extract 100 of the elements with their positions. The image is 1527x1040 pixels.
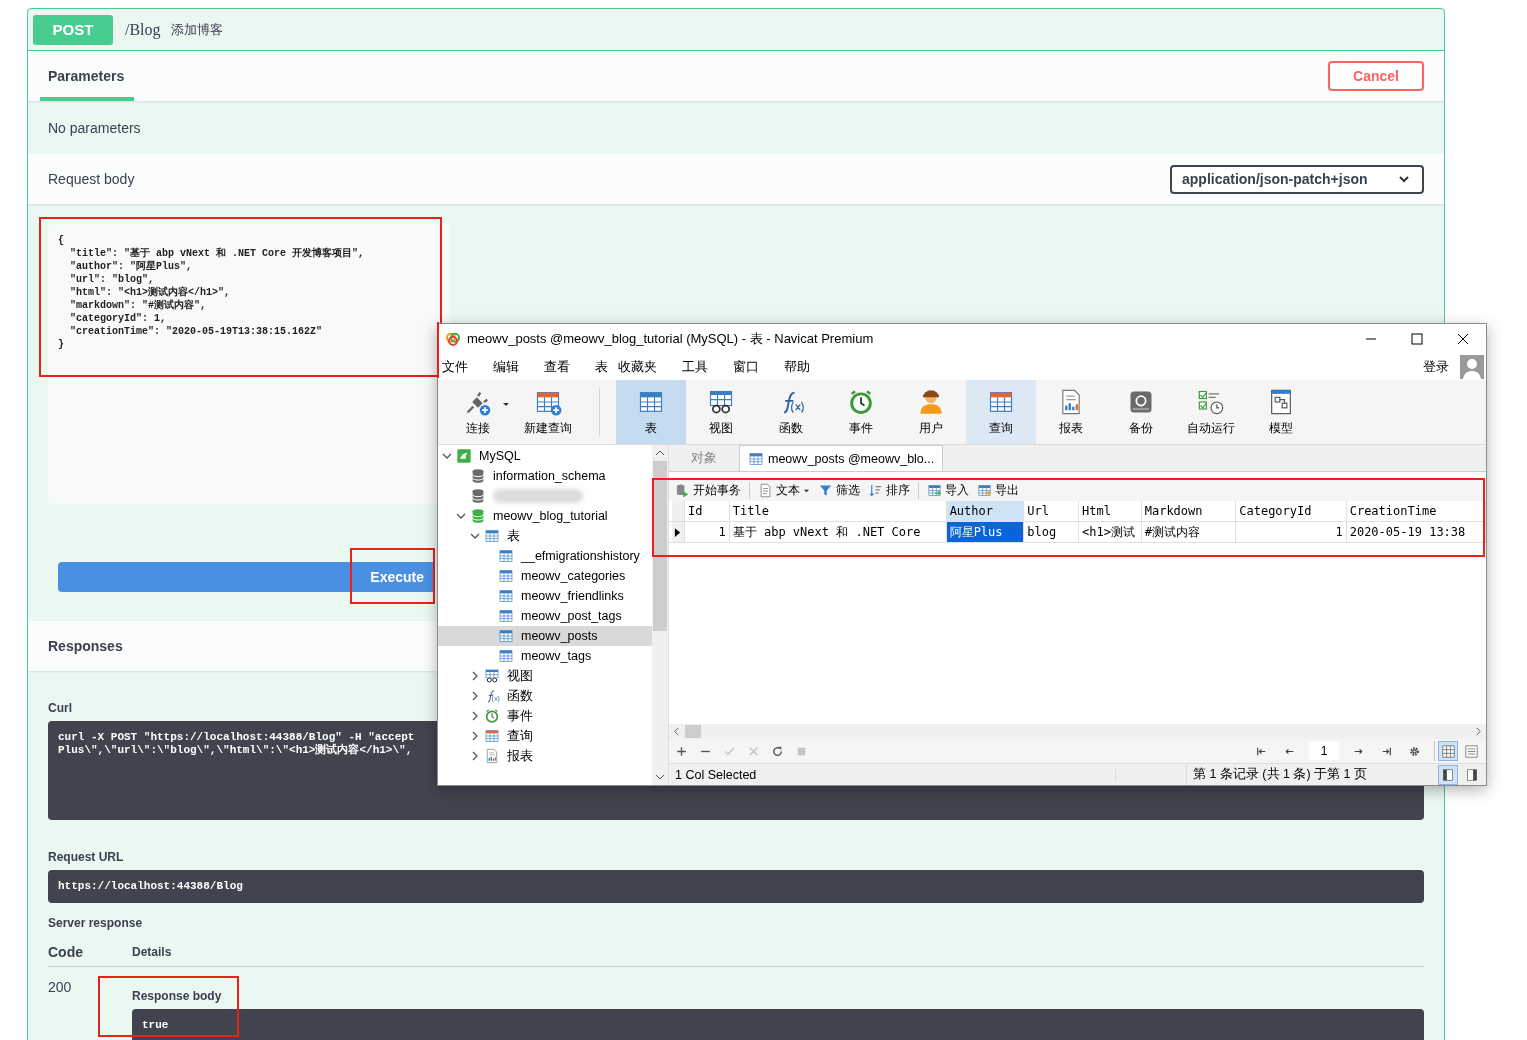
login-link[interactable]: 登录 — [1423, 358, 1449, 376]
tree-item[interactable]: meowv_blog_tutorial — [438, 506, 652, 526]
menu-item[interactable]: 表 — [595, 358, 608, 376]
toolbar-button[interactable]: 用户 — [896, 380, 966, 444]
toolbar-button[interactable]: 表 — [616, 380, 686, 444]
panel-toggle-button[interactable] — [1438, 764, 1458, 785]
column-header[interactable]: Html — [1079, 501, 1142, 521]
toolbar-button[interactable]: 自动运行 — [1176, 380, 1246, 444]
scroll-up-icon[interactable] — [655, 448, 665, 458]
table-cell[interactable]: blog — [1024, 522, 1079, 542]
column-header[interactable]: Url — [1024, 501, 1079, 521]
column-header[interactable]: Title — [729, 501, 947, 521]
toolbar-button[interactable]: 查询 — [966, 380, 1036, 444]
tree-item[interactable]: meowv_friendlinks — [438, 586, 652, 606]
column-header[interactable]: Markdown — [1141, 501, 1237, 521]
tree-item[interactable]: __efmigrationshistory — [438, 546, 652, 566]
server-icon — [456, 448, 472, 464]
tree-item[interactable]: meowv_posts — [438, 626, 652, 646]
chevron-right-icon[interactable] — [470, 751, 480, 761]
scroll-down-icon[interactable] — [655, 772, 665, 782]
refresh-icon[interactable] — [771, 744, 784, 758]
grid-toolbar-button[interactable]: 导出 — [977, 481, 1019, 499]
document-icon — [758, 482, 773, 498]
menu-item[interactable]: 窗口 — [733, 358, 759, 376]
tree-item[interactable]: meowv_categories — [438, 566, 652, 586]
menu-item[interactable]: 帮助 — [784, 358, 810, 376]
request-url-label: Request URL — [48, 849, 124, 864]
table-icon — [498, 608, 514, 624]
scrollbar-thumb[interactable] — [685, 725, 701, 738]
plus-icon[interactable] — [675, 744, 688, 758]
toolbar-button[interactable]: 备份 — [1106, 380, 1176, 444]
toolbar-button[interactable]: 视图 — [686, 380, 756, 444]
chevron-down-icon[interactable] — [470, 531, 480, 541]
table-icon — [484, 528, 500, 544]
tree-item[interactable]: meowv_post_tags — [438, 606, 652, 626]
table-cell[interactable]: <h1>测试 — [1079, 522, 1142, 542]
scrollbar[interactable] — [669, 724, 1486, 739]
menu-item[interactable]: 查看 — [544, 358, 570, 376]
server-response-label: Server response — [48, 915, 143, 930]
menu-item[interactable]: 工具 — [682, 358, 708, 376]
table-cell[interactable]: #测试内容 — [1141, 522, 1237, 542]
chevron-down-icon[interactable] — [456, 511, 466, 521]
status-code: 200 — [48, 979, 73, 997]
grid-toolbar-button[interactable]: 开始事务 — [675, 481, 741, 499]
content-type-select[interactable]: application/json-patch+json — [1170, 164, 1424, 194]
column-header[interactable]: CreationTime — [1346, 501, 1486, 521]
scroll-left-icon[interactable] — [672, 727, 681, 736]
database-icon — [470, 468, 486, 484]
app-logo-icon — [445, 331, 461, 347]
panel-icon — [1441, 767, 1455, 782]
tree-item[interactable]: 函数 — [438, 686, 652, 706]
scroll-right-icon[interactable] — [1474, 727, 1483, 736]
column-header[interactable]: Author — [946, 501, 1025, 521]
record-info-text: 第 1 条记录 (共 1 条) 于第 1 页 — [1192, 766, 1368, 783]
column-header[interactable]: Id — [684, 501, 730, 521]
chevron-right-icon[interactable] — [470, 691, 480, 701]
sort-icon — [868, 482, 883, 498]
chevron-down-icon[interactable] — [442, 451, 452, 461]
table-icon — [498, 548, 514, 564]
settings-icon[interactable] — [1408, 744, 1421, 758]
section-tab[interactable]: Parameters — [40, 51, 135, 101]
grid-toolbar-button[interactable]: 导入 — [918, 481, 969, 499]
row-header[interactable] — [672, 522, 685, 542]
grid-toolbar-button[interactable]: 文本 — [749, 481, 810, 499]
table-cell[interactable]: 1 — [1236, 522, 1347, 542]
tree-item[interactable]: 表 — [438, 526, 652, 546]
scrollbar[interactable] — [652, 445, 668, 785]
table-icon — [498, 588, 514, 604]
tree-item[interactable]: 视图 — [438, 666, 652, 686]
tree-item[interactable]: meowv_tags — [438, 646, 652, 666]
table-cell[interactable]: 1 — [684, 522, 730, 542]
menu-item[interactable]: 收藏夹 — [618, 358, 657, 376]
grid-toolbar-button[interactable]: 筛选 — [818, 481, 860, 499]
avatar-icon[interactable] — [1460, 355, 1484, 379]
tree-item[interactable]: 查询 — [438, 726, 652, 746]
document-chart-icon — [484, 748, 500, 764]
chevron-right-icon[interactable] — [470, 671, 480, 681]
chevron-right-icon[interactable] — [470, 731, 480, 741]
object-tab[interactable]: meowv_posts @meowv_blo... — [739, 445, 944, 471]
chevron-right-icon[interactable] — [470, 711, 480, 721]
scrollbar-thumb[interactable] — [653, 461, 667, 631]
page-number-field[interactable]: 1 — [1309, 742, 1339, 760]
response-body-block: true — [132, 1009, 1424, 1040]
chevron-down-icon — [1398, 173, 1410, 185]
tree-item[interactable]: 报表 — [438, 746, 652, 766]
toolbar-button[interactable]: 新建查询 — [513, 380, 583, 444]
table-cell[interactable]: 2020-05-19 13:38 — [1346, 522, 1486, 542]
toolbar-button[interactable]: 事件 — [826, 380, 896, 444]
request-body-label: Request body — [48, 171, 135, 187]
toolbar-button[interactable]: 函数 — [756, 380, 826, 444]
toolbar-button[interactable]: 报表 — [1036, 380, 1106, 444]
column-header[interactable]: CategoryId — [1236, 501, 1347, 521]
grid-toolbar-button[interactable]: 排序 — [868, 481, 910, 499]
toolbar-button[interactable]: 模型 — [1246, 380, 1316, 444]
endpoint-path: /Blog — [125, 20, 161, 39]
database-icon — [470, 488, 486, 504]
menu-item[interactable]: 编辑 — [493, 358, 519, 376]
status-text: 1 Col Selected — [669, 767, 1116, 782]
table-cell[interactable]: 基于 abp vNext 和 .NET Core — [729, 522, 947, 542]
table-cell[interactable]: 阿星Plus — [946, 522, 1025, 542]
